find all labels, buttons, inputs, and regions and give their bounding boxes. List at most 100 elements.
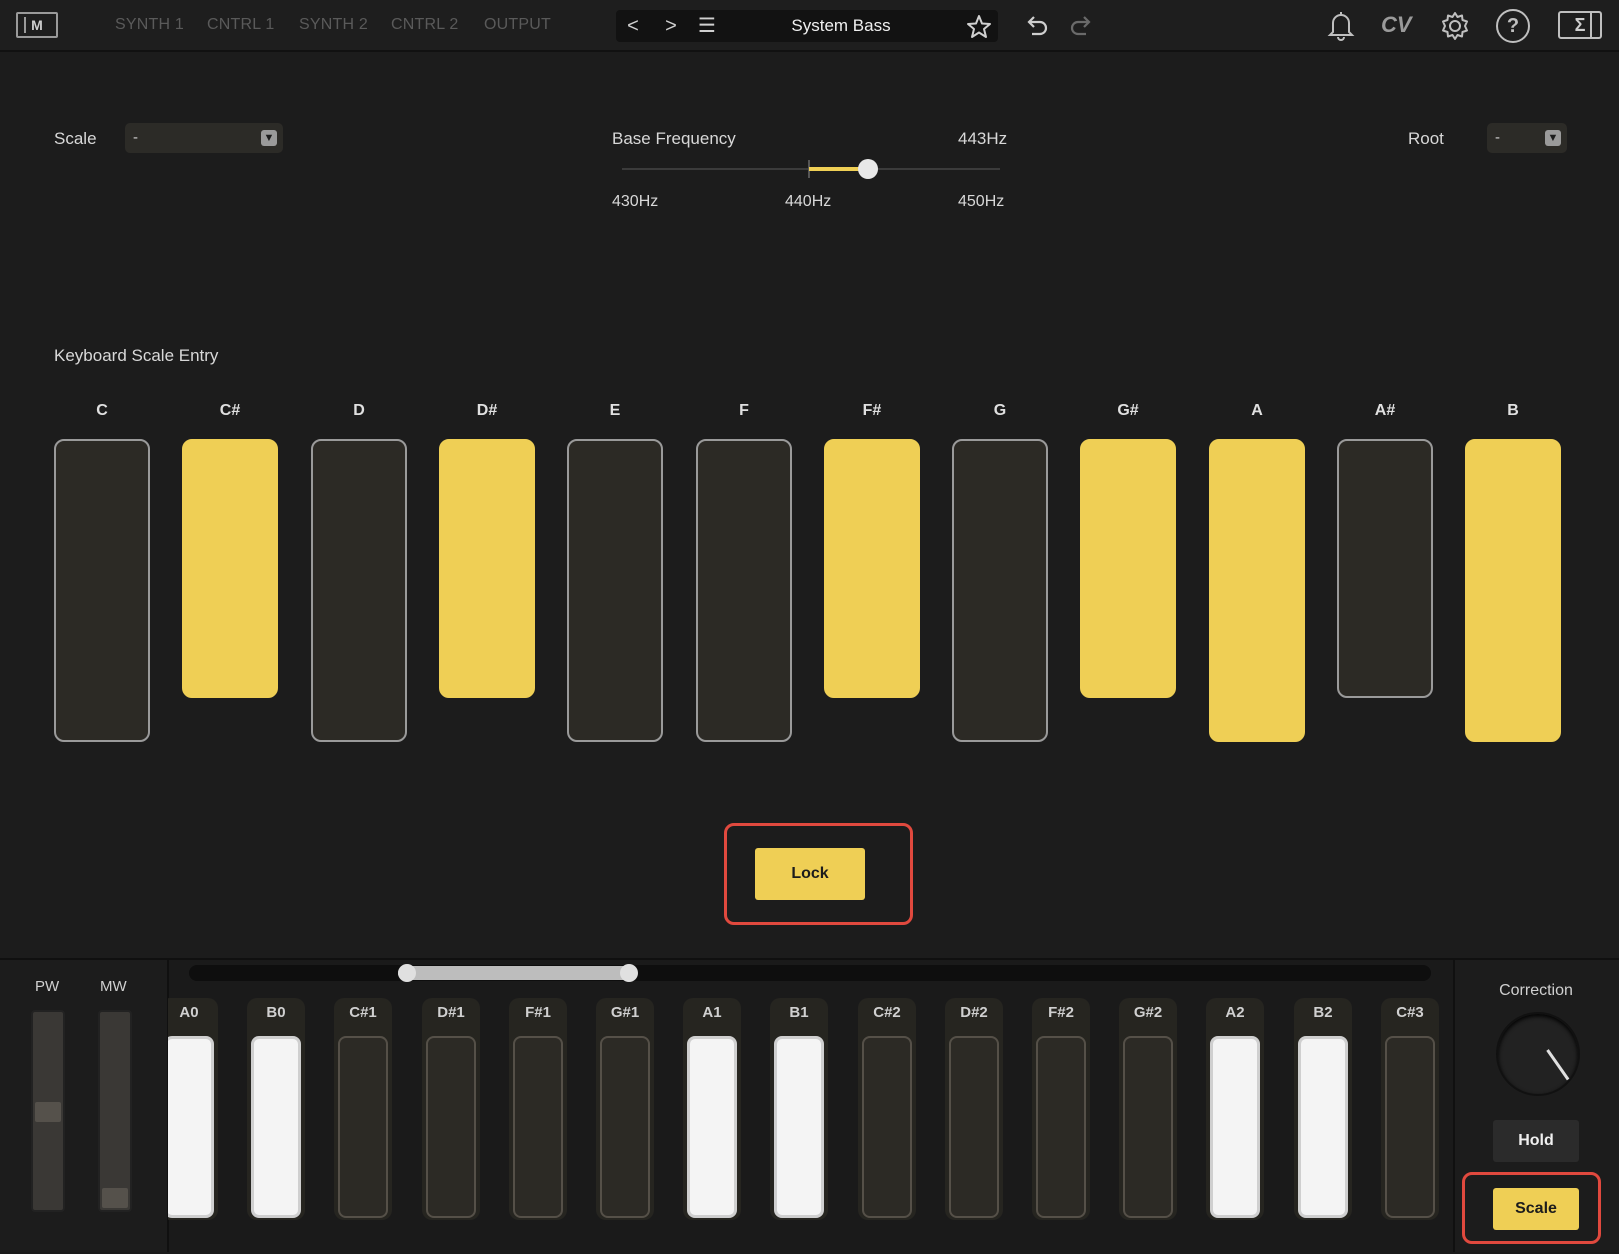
redo-icon[interactable]: [1066, 10, 1098, 42]
sigma-label: Σ: [1574, 15, 1586, 35]
favorite-star-icon[interactable]: [962, 10, 996, 42]
note-label: C#: [219, 402, 241, 419]
scale-note-key[interactable]: [567, 439, 663, 742]
keyboard-key[interactable]: A2: [1206, 998, 1264, 1220]
keyboard-key-label: B1: [789, 1004, 809, 1021]
scale-note-key[interactable]: [696, 439, 792, 742]
keyboard-key-label: D#1: [437, 1004, 465, 1021]
scale-select[interactable]: - ▼: [125, 123, 283, 153]
scale-note-key[interactable]: [1080, 439, 1176, 698]
note-label: D: [353, 402, 365, 419]
next-preset-button[interactable]: >: [654, 10, 688, 42]
app-logo[interactable]: M: [16, 12, 58, 38]
note-label: G: [993, 402, 1007, 419]
keyboard-key-label: C#2: [873, 1004, 901, 1021]
keyboard-key[interactable]: A1: [683, 998, 741, 1220]
correction-knob[interactable]: [1496, 1012, 1580, 1096]
keyboard-key[interactable]: F#1: [509, 998, 567, 1220]
keyboard-key-label: A2: [1225, 1004, 1245, 1021]
scale-note-key[interactable]: [54, 439, 150, 742]
bell-icon[interactable]: [1323, 7, 1359, 43]
keyboard-key-label: B2: [1313, 1004, 1333, 1021]
keyboard-scale-entry-title: Keyboard Scale Entry: [54, 346, 219, 365]
scale-note-key[interactable]: [311, 439, 407, 742]
keyboard-key-body: [949, 1036, 999, 1218]
keyboard-key-body: [1385, 1036, 1435, 1218]
root-select[interactable]: - ▼: [1487, 123, 1567, 153]
keyboard-key[interactable]: F#2: [1032, 998, 1090, 1220]
hold-button[interactable]: Hold: [1493, 1120, 1579, 1162]
keyboard-key-body: [1210, 1036, 1260, 1218]
keyboard-key[interactable]: B1: [770, 998, 828, 1220]
scale-button[interactable]: Scale: [1493, 1188, 1579, 1230]
virtual-keyboard: A0 B0 C#1 D#1 F#1 G#1 A1 B1 C#2 D#2 F#2 G#2 A2 B2 C#3: [168, 990, 1452, 1252]
range-start-handle[interactable]: [398, 964, 416, 982]
keyboard-key-body: [687, 1036, 737, 1218]
pw-label: PW: [35, 978, 60, 995]
scale-note-key[interactable]: [952, 439, 1048, 742]
help-button[interactable]: ?: [1496, 9, 1530, 43]
preset-browser: < > ☰ System Bass: [616, 10, 998, 42]
prev-preset-button[interactable]: <: [616, 10, 650, 42]
keyboard-key-label: F#1: [525, 1004, 551, 1021]
note-label: F#: [862, 402, 882, 419]
scale-note-key[interactable]: [439, 439, 535, 698]
scale-label: Scale: [54, 129, 97, 148]
pitch-wheel[interactable]: [31, 1010, 65, 1212]
keyboard-key-body: [513, 1036, 563, 1218]
tab-synth-2[interactable]: SYNTH 2: [299, 16, 368, 34]
keyboard-range-scrollbar[interactable]: [189, 965, 1431, 981]
tab-output[interactable]: OUTPUT: [484, 16, 551, 34]
keyboard-key[interactable]: D#2: [945, 998, 1003, 1220]
keyboard-key-body: [251, 1036, 301, 1218]
keyboard-key[interactable]: G#2: [1119, 998, 1177, 1220]
correction-label: Correction: [1499, 982, 1573, 999]
cv-button[interactable]: CV: [1381, 12, 1412, 38]
note-label: G#: [1117, 402, 1139, 419]
keyboard-key[interactable]: B0: [247, 998, 305, 1220]
keyboard-key-label: B0: [266, 1004, 286, 1021]
keyboard-key-body: [426, 1036, 476, 1218]
gear-icon[interactable]: [1438, 9, 1472, 43]
keyboard-key-body: [774, 1036, 824, 1218]
keyboard-key[interactable]: B2: [1294, 998, 1352, 1220]
keyboard-key-label: A1: [702, 1004, 722, 1021]
range-end-handle[interactable]: [620, 964, 638, 982]
scale-note-key[interactable]: [824, 439, 920, 698]
preset-name[interactable]: System Bass: [726, 10, 956, 42]
scale-note-key[interactable]: [1337, 439, 1433, 698]
keyboard-key[interactable]: C#3: [1381, 998, 1439, 1220]
wheels-panel: [0, 960, 169, 1252]
keyboard-key[interactable]: D#1: [422, 998, 480, 1220]
sigma-panel-button[interactable]: Σ: [1558, 11, 1602, 39]
mw-label: MW: [100, 978, 127, 995]
keyboard-key-body: [168, 1036, 214, 1218]
preset-menu-button[interactable]: ☰: [690, 10, 724, 42]
keyboard-key[interactable]: G#1: [596, 998, 654, 1220]
keyboard-range-thumb[interactable]: [398, 966, 630, 980]
keyboard-key[interactable]: C#2: [858, 998, 916, 1220]
keyboard-key[interactable]: A0: [168, 998, 218, 1220]
note-label: D#: [476, 402, 498, 419]
base-frequency-label: Base Frequency: [612, 129, 736, 148]
note-label: A#: [1374, 402, 1396, 419]
scale-note-key[interactable]: [1465, 439, 1561, 742]
keyboard-key[interactable]: C#1: [334, 998, 392, 1220]
tab-cntrl-2[interactable]: CNTRL 2: [391, 16, 459, 34]
tab-synth-1[interactable]: SYNTH 1: [115, 16, 184, 34]
scale-note-key[interactable]: [182, 439, 278, 698]
scale-note-key[interactable]: [1209, 439, 1305, 742]
freq-min-label: 430Hz: [612, 193, 659, 210]
keyboard-key-body: [600, 1036, 650, 1218]
root-label: Root: [1408, 129, 1444, 148]
tab-cntrl-1[interactable]: CNTRL 1: [207, 16, 275, 34]
base-frequency-value: 443Hz: [958, 129, 1008, 148]
base-frequency-slider-thumb[interactable]: [857, 159, 878, 179]
keyboard-key-body: [1036, 1036, 1086, 1218]
keyboard-key-body: [338, 1036, 388, 1218]
mod-wheel[interactable]: [98, 1010, 132, 1212]
keyboard-key-label: A0: [179, 1004, 199, 1021]
keyboard-key-label: C#1: [349, 1004, 377, 1021]
lock-button[interactable]: Lock: [755, 848, 865, 900]
undo-icon[interactable]: [1020, 10, 1052, 42]
